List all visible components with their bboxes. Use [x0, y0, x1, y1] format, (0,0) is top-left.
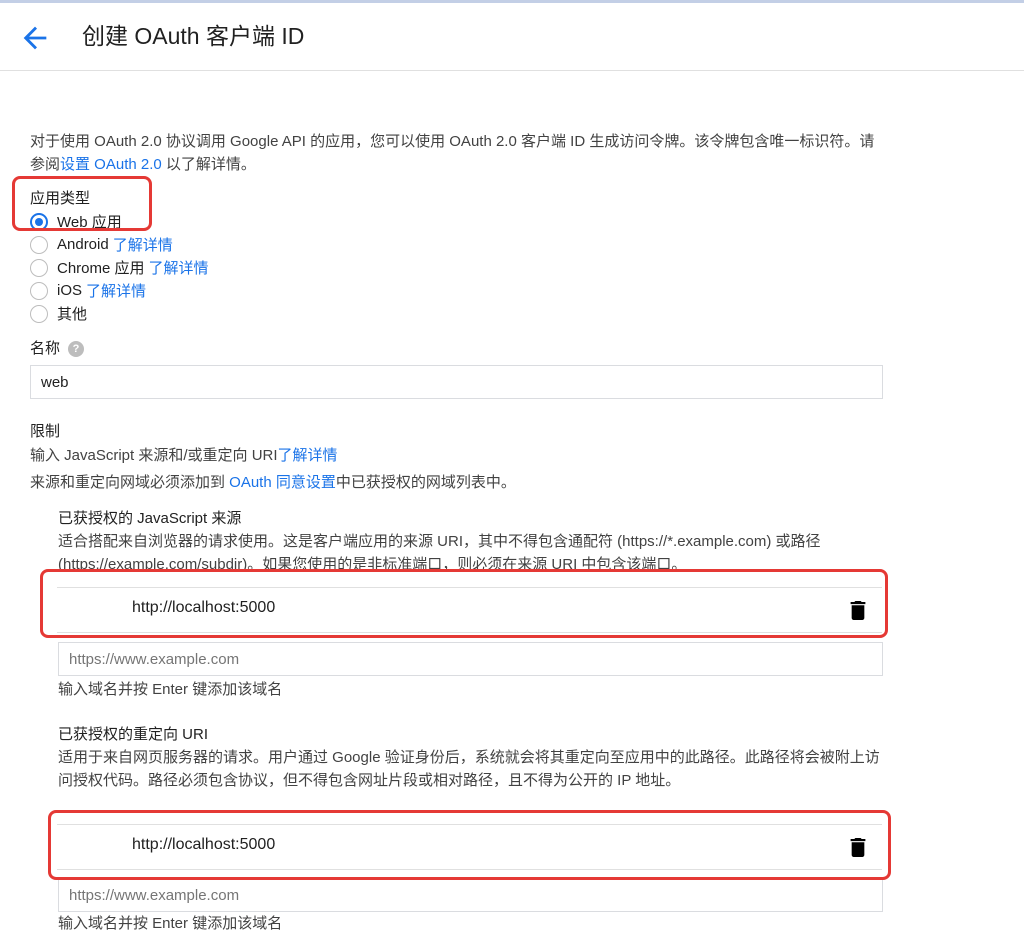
name-label-row: 名称? — [30, 338, 85, 360]
radio-button-ios[interactable] — [30, 281, 48, 300]
intro-text: 对于使用 OAuth 2.0 协议调用 Google API 的应用，您可以使用… — [30, 130, 886, 176]
radio-label-ios: iOS — [57, 282, 83, 299]
radio-button-chrome[interactable] — [30, 258, 48, 277]
back-button[interactable] — [18, 21, 52, 55]
radio-label-web: Web 应用 — [57, 214, 122, 231]
restrictions-section: 限制 输入 JavaScript 来源和/或重定向 URI了解详情 来源和重定向… — [30, 421, 890, 494]
redirect-uris-section: 已获授权的重定向 URI 适用于来自网页服务器的请求。用户通过 Google 验… — [58, 724, 888, 792]
radio-option-android[interactable]: Android 了解详情 — [30, 233, 209, 256]
oauth-consent-link[interactable]: OAuth 同意设置 — [229, 474, 336, 491]
radio-option-web[interactable]: Web 应用 — [30, 210, 209, 233]
restrictions-desc-text: 输入 JavaScript 来源和/或重定向 URI — [30, 447, 278, 464]
trash-icon[interactable] — [850, 838, 866, 857]
restrictions-learn-more-link[interactable]: 了解详情 — [278, 447, 338, 464]
name-input[interactable] — [30, 365, 883, 399]
js-origin-entry: http://localhost:5000 — [57, 587, 882, 633]
restrictions-note-before: 来源和重定向网域必须添加到 — [30, 474, 230, 491]
app-type-group: 应用类型 Web 应用 Android 了解详情 Chrome 应用 了解详情 … — [30, 188, 209, 325]
redirect-uris-desc: 适用于来自网页服务器的请求。用户通过 Google 验证身份后，系统就会将其重定… — [58, 749, 880, 789]
page-title: 创建 OAuth 客户端 ID — [82, 23, 305, 49]
trash-icon[interactable] — [850, 601, 866, 620]
redirect-uri-entry: http://localhost:5000 — [57, 824, 882, 870]
redirect-uri[interactable]: http://localhost:5000 — [132, 836, 275, 854]
radio-option-ios[interactable]: iOS 了解详情 — [30, 279, 209, 302]
js-origin-hint: 输入域名并按 Enter 键添加该域名 — [58, 681, 283, 698]
arrow-back-icon — [23, 26, 47, 50]
redirect-uri-input[interactable] — [58, 878, 883, 912]
radio-label-chrome: Chrome 应用 — [57, 260, 145, 277]
setup-oauth-link[interactable]: 设置 OAuth 2.0 — [60, 156, 162, 173]
page-header: 创建 OAuth 客户端 ID — [0, 3, 1024, 71]
intro-text-after: 以了解详情。 — [161, 156, 256, 173]
redirect-uri-hint: 输入域名并按 Enter 键添加该域名 — [58, 915, 283, 932]
radio-option-chrome[interactable]: Chrome 应用 了解详情 — [30, 256, 209, 279]
radio-label-other: 其他 — [57, 306, 88, 323]
js-origins-title: 已获授权的 JavaScript 来源 — [58, 510, 242, 527]
android-learn-more-link[interactable]: 了解详情 — [113, 234, 173, 255]
radio-button-web[interactable] — [30, 212, 48, 231]
radio-button-android[interactable] — [30, 235, 48, 254]
js-origins-desc: 适合搭配来自浏览器的请求使用。这是客户端应用的来源 URI，其中不得包含通配符 … — [58, 533, 821, 573]
restrictions-desc: 输入 JavaScript 来源和/或重定向 URI了解详情 — [30, 444, 890, 467]
app-type-label: 应用类型 — [30, 190, 91, 207]
restrictions-note: 来源和重定向网域必须添加到 OAuth 同意设置中已获授权的网域列表中。 — [30, 471, 890, 494]
radio-option-other[interactable]: 其他 — [30, 302, 209, 325]
name-label: 名称 — [30, 340, 61, 357]
restrictions-label: 限制 — [30, 423, 61, 440]
ios-learn-more-link[interactable]: 了解详情 — [86, 280, 146, 301]
help-icon[interactable]: ? — [68, 340, 85, 357]
radio-label-android: Android — [57, 236, 109, 253]
restrictions-note-after: 中已获授权的网域列表中。 — [335, 474, 516, 491]
js-origin-uri[interactable]: http://localhost:5000 — [132, 599, 275, 617]
redirect-uris-title: 已获授权的重定向 URI — [58, 726, 209, 743]
js-origins-section: 已获授权的 JavaScript 来源 适合搭配来自浏览器的请求使用。这是客户端… — [58, 508, 888, 576]
radio-button-other[interactable] — [30, 304, 48, 323]
js-origin-input[interactable] — [58, 642, 883, 676]
chrome-learn-more-link[interactable]: 了解详情 — [149, 257, 209, 278]
